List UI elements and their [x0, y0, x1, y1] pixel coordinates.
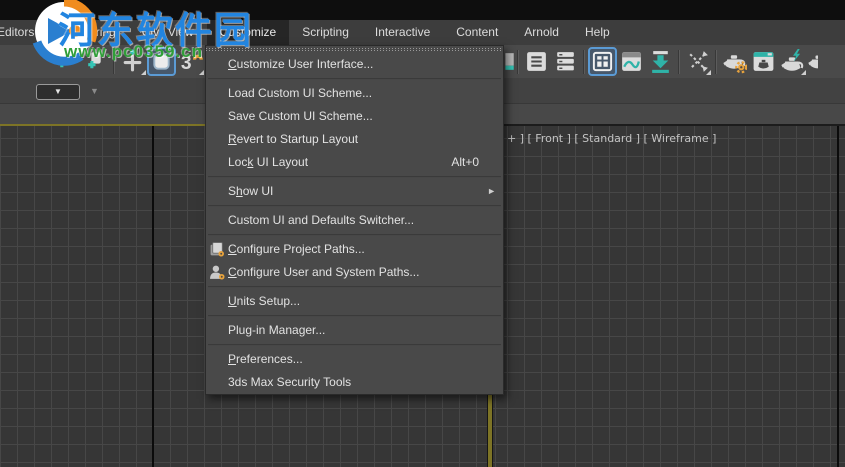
menu-item-revert-to-startup-layout[interactable]: Revert to Startup Layout — [206, 128, 503, 151]
menu-separator — [208, 205, 501, 207]
menu-item-label: Plug-in Manager... — [228, 323, 326, 337]
toolbar-divider — [583, 49, 585, 74]
menu-item-label: Lock UI Layout — [228, 155, 309, 169]
menu-item-custom-ui-and-defaults-switcher-[interactable]: Custom UI and Defaults Switcher... — [206, 209, 503, 232]
render-partial-icon[interactable] — [807, 47, 818, 76]
menu-item-3ds-max-security-tools[interactable]: 3ds Max Security Tools — [206, 371, 503, 394]
select-object-icon[interactable] — [147, 47, 176, 76]
menu-item-label: Preferences... — [228, 352, 303, 366]
menu-item-label: Show UI — [228, 184, 274, 198]
schematic-view-icon[interactable] — [683, 47, 712, 76]
menu-item-label: Units Setup... — [228, 294, 301, 308]
menubar-item-arnold[interactable]: Arnold — [511, 20, 572, 45]
menu-item-label: Save Custom UI Scheme... — [228, 109, 373, 123]
menu-item-save-custom-ui-scheme-[interactable]: Save Custom UI Scheme... — [206, 105, 503, 128]
grid-axis-line — [837, 126, 839, 467]
project-paths-icon — [209, 241, 226, 258]
menu-separator — [208, 286, 501, 288]
user-paths-icon — [209, 264, 226, 281]
menu-item-units-setup-[interactable]: Units Setup... — [206, 290, 503, 313]
svg-text:3: 3 — [181, 53, 192, 74]
toolbar-right-group — [503, 45, 818, 78]
unlink-icon[interactable] — [81, 47, 110, 76]
viewport-layout-dropdown-button[interactable]: ▼ — [36, 84, 80, 100]
rendered-frame-window-icon[interactable] — [749, 47, 778, 76]
ribbon-toggle-icon[interactable] — [588, 47, 617, 76]
menu-item-plug-in-manager-[interactable]: Plug-in Manager... — [206, 319, 503, 342]
title-bar — [0, 0, 845, 20]
menubar-item-rendering[interactable]: Rendering — [47, 20, 128, 45]
menubar-item-scripting[interactable]: Scripting — [289, 20, 362, 45]
menubar-item-interactive[interactable]: Interactive — [362, 20, 443, 45]
layer-explorer-icon[interactable] — [551, 47, 580, 76]
menu-separator — [208, 234, 501, 236]
toolbar-divider — [678, 49, 680, 74]
menubar-item-editors[interactable]: Editors — [0, 20, 47, 45]
grid-axis-line — [152, 126, 154, 467]
customize-menu: Customize User Interface... Load Custom U… — [205, 45, 504, 395]
menu-item-customize-user-interface-[interactable]: Customize User Interface... — [206, 53, 503, 76]
menubar-item-help[interactable]: Help — [572, 20, 623, 45]
render-production-icon[interactable] — [778, 47, 807, 76]
submenu-arrow-icon: ► — [487, 186, 496, 196]
menu-item-lock-ui-layout[interactable]: Lock UI Layout Alt+0 — [206, 151, 503, 174]
toolbar-divider — [113, 49, 115, 74]
menu-tearoff-handle[interactable] — [206, 46, 503, 53]
snaps-toggle-icon[interactable]: 3 — [176, 47, 205, 76]
sliver-icon[interactable] — [503, 47, 514, 76]
menu-item-label: Custom UI and Defaults Switcher... — [228, 213, 415, 227]
viewport-front[interactable]: + ] [ Front ] [ Standard ] [ Wireframe ] — [493, 124, 845, 467]
menu-item-load-custom-ui-scheme-[interactable]: Load Custom UI Scheme... — [206, 82, 503, 105]
menu-separator — [208, 315, 501, 317]
menu-item-configure-user-and-system-paths-[interactable]: Configure User and System Paths... — [206, 261, 503, 284]
viewport-label[interactable]: + ] [ Front ] [ Standard ] [ Wireframe ] — [507, 132, 716, 145]
menubar-item-customize[interactable]: Customize — [206, 20, 290, 45]
menubar-item-content[interactable]: Content — [443, 20, 511, 45]
menu-item-shortcut: Alt+0 — [451, 155, 479, 169]
menu-item-preferences-[interactable]: Preferences... — [206, 348, 503, 371]
menu-separator — [208, 176, 501, 178]
render-setup-icon[interactable] — [720, 47, 749, 76]
toolbar-divider — [715, 49, 717, 74]
menu-separator — [208, 344, 501, 346]
customize-menu-items: Customize User Interface... Load Custom U… — [206, 53, 503, 394]
menu-item-label: Customize User Interface... — [228, 57, 374, 71]
menu-item-label: 3ds Max Security Tools — [228, 375, 352, 389]
chevron-down-icon[interactable]: ▼ — [90, 85, 99, 97]
menu-item-show-ui[interactable]: Show UI ► — [206, 180, 503, 203]
menu-item-configure-project-paths-[interactable]: Configure Project Paths... — [206, 238, 503, 261]
curve-editor-icon[interactable] — [617, 47, 646, 76]
toolbar-divider — [517, 49, 519, 74]
menu-item-label: Configure User and System Paths... — [228, 265, 420, 279]
import-arrow-icon[interactable] — [646, 47, 675, 76]
select-link-icon[interactable] — [52, 47, 81, 76]
scene-explorer-icon[interactable] — [522, 47, 551, 76]
menu-item-label: Load Custom UI Scheme... — [228, 86, 373, 100]
menu-separator — [208, 78, 501, 80]
menu-item-label: Revert to Startup Layout — [228, 132, 359, 146]
menu-item-label: Configure Project Paths... — [228, 242, 365, 256]
menubar: Editors Rendering Civil View Customize Scrip… — [0, 20, 845, 46]
menubar-item-civil-view[interactable]: Civil View — [129, 20, 207, 45]
select-place-icon[interactable] — [118, 47, 147, 76]
